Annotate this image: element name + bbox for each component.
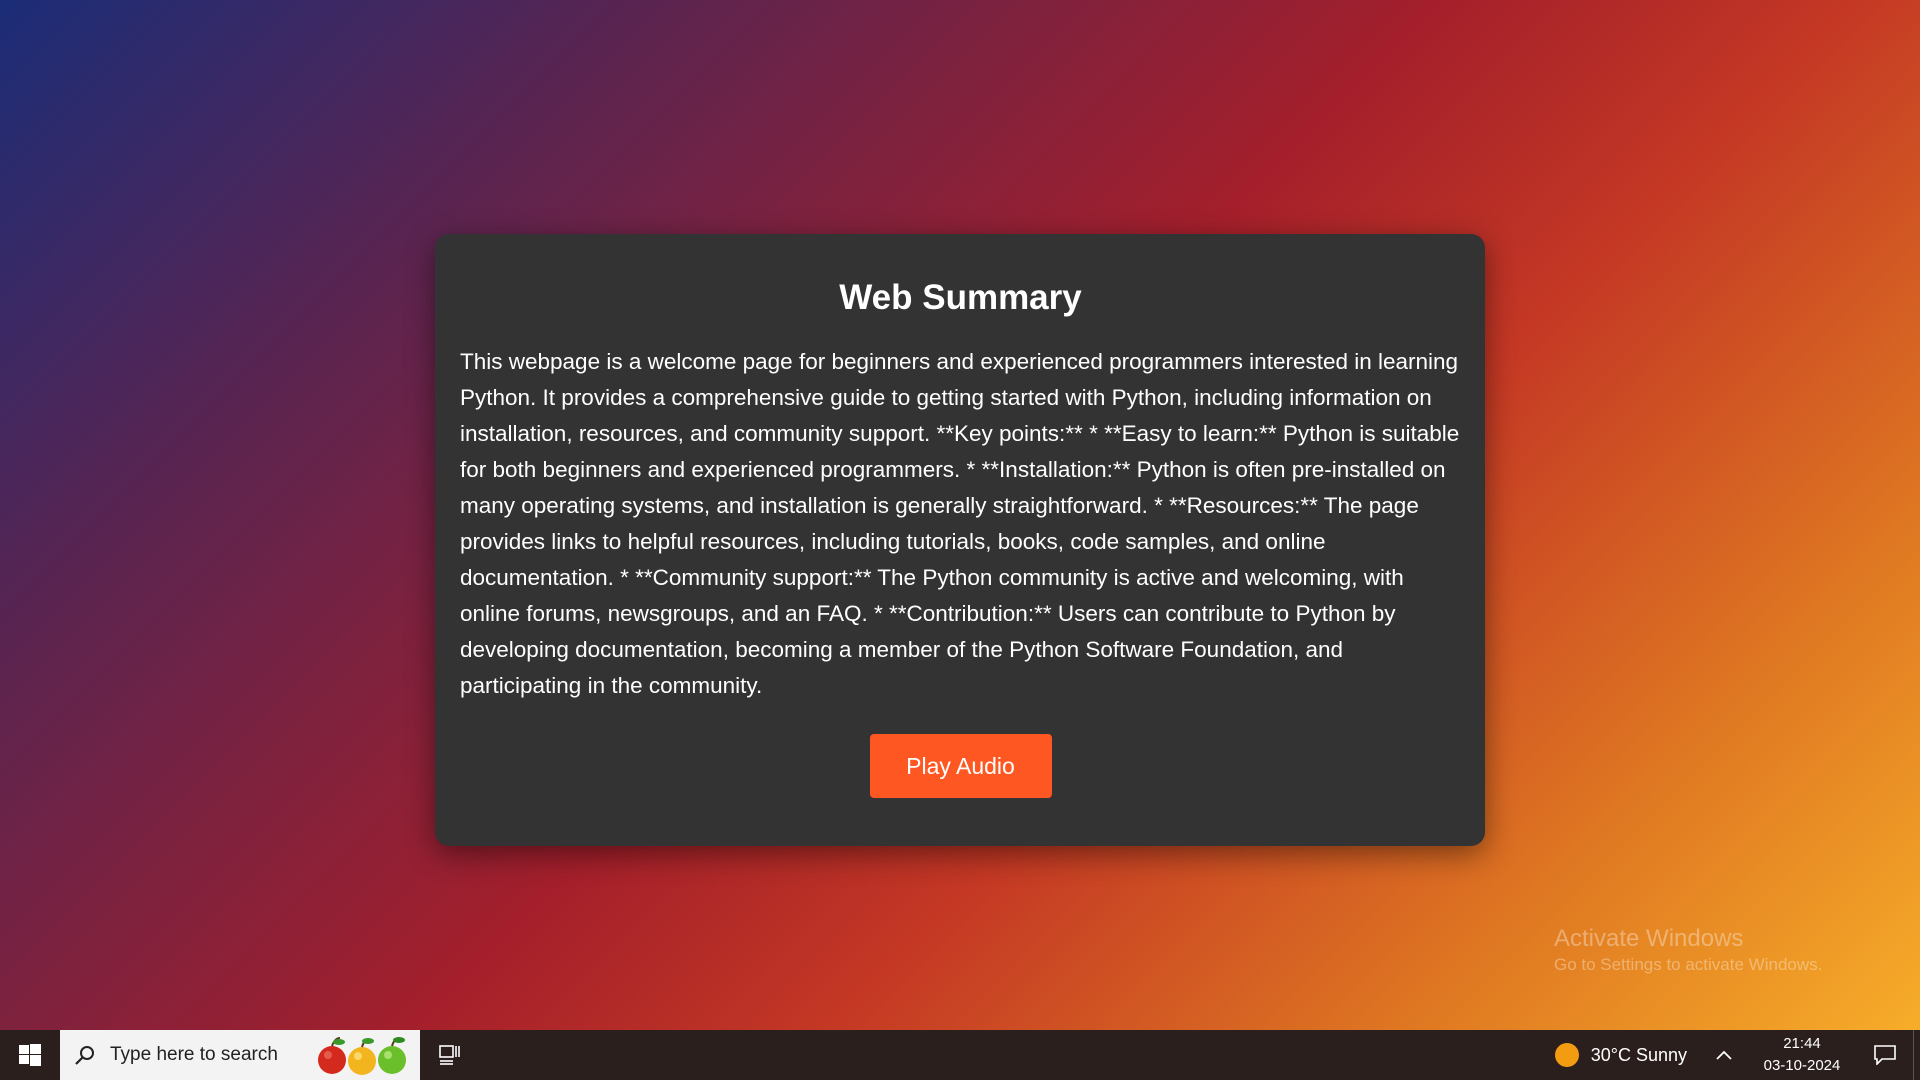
play-audio-button[interactable]: Play Audio bbox=[869, 734, 1052, 798]
windows-start-icon bbox=[19, 1044, 41, 1066]
activate-windows-watermark: Activate Windows Go to Settings to activ… bbox=[1554, 924, 1822, 976]
show-hidden-icons-button[interactable] bbox=[1701, 1030, 1747, 1080]
summary-card: Web Summary This webpage is a welcome pa… bbox=[435, 234, 1485, 846]
summary-text: This webpage is a welcome page for begin… bbox=[460, 349, 1460, 698]
start-button[interactable] bbox=[0, 1030, 60, 1080]
clock-time: 21:44 bbox=[1783, 1035, 1821, 1052]
weather-text: 30°C Sunny bbox=[1590, 1044, 1687, 1065]
watermark-title: Activate Windows bbox=[1554, 925, 1744, 952]
watermark-subtitle: Go to Settings to activate Windows. bbox=[1554, 955, 1823, 974]
sun-icon bbox=[1554, 1043, 1579, 1067]
task-view-icon bbox=[439, 1045, 460, 1065]
clock-date: 03-10-2024 bbox=[1763, 1057, 1841, 1074]
task-view-button[interactable] bbox=[420, 1030, 480, 1080]
clock[interactable]: 21:44 03-10-2024 bbox=[1747, 1030, 1857, 1080]
show-desktop-button[interactable] bbox=[1913, 1030, 1920, 1080]
search-icon bbox=[75, 1046, 94, 1065]
fruits-icon bbox=[318, 1037, 406, 1075]
card-title: Web Summary bbox=[839, 278, 1082, 317]
taskbar: Type here to search 30°C Sunny 21:44 03-… bbox=[0, 1030, 1920, 1080]
action-center-button[interactable] bbox=[1857, 1030, 1913, 1080]
search-placeholder: Type here to search bbox=[110, 1044, 278, 1065]
taskbar-search[interactable]: Type here to search bbox=[60, 1030, 420, 1080]
system-tray: 30°C Sunny 21:44 03-10-2024 bbox=[1541, 1030, 1920, 1080]
notification-icon bbox=[1874, 1045, 1896, 1065]
weather-widget[interactable]: 30°C Sunny bbox=[1541, 1030, 1701, 1080]
chevron-up-icon bbox=[1716, 1050, 1732, 1060]
